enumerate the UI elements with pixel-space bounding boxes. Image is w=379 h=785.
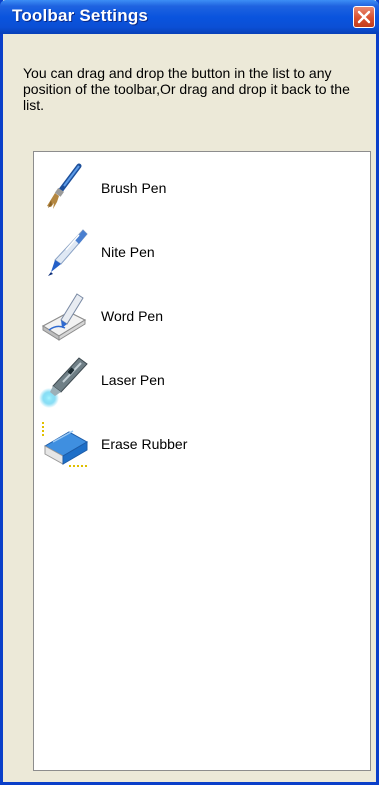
- list-item-erase-rubber[interactable]: Erase Rubber: [34, 412, 364, 476]
- list-item-label: Word Pen: [101, 308, 163, 324]
- instructions-text: You can drag and drop the button in the …: [23, 65, 350, 113]
- list-item-label: Brush Pen: [101, 180, 167, 196]
- toolbar-settings-window: Toolbar Settings You can drag and drop t…: [0, 0, 379, 785]
- laser-pen-icon: [39, 357, 88, 408]
- brush-pen-icon: [47, 163, 82, 209]
- list-item-laser-pen[interactable]: Laser Pen: [34, 348, 364, 412]
- title-bar[interactable]: Toolbar Settings: [0, 0, 379, 34]
- list-item-nite-pen[interactable]: Nite Pen: [34, 220, 364, 284]
- toolbar-button-list[interactable]: Brush Pen Nite Pen Word Pen Laser Pen Er…: [33, 151, 371, 771]
- nite-pen-icon: [48, 229, 88, 276]
- close-icon: [357, 10, 371, 24]
- close-button[interactable]: [353, 6, 375, 28]
- list-item-label: Erase Rubber: [101, 436, 188, 452]
- list-item-word-pen[interactable]: Word Pen: [34, 284, 364, 348]
- list-item-label: Laser Pen: [101, 372, 165, 388]
- erase-rubber-icon: [42, 422, 89, 467]
- list-item-brush-pen[interactable]: Brush Pen: [34, 156, 364, 220]
- list-item-label: Nite Pen: [101, 244, 155, 260]
- window-title: Toolbar Settings: [12, 6, 149, 25]
- word-pen-icon: [41, 293, 87, 341]
